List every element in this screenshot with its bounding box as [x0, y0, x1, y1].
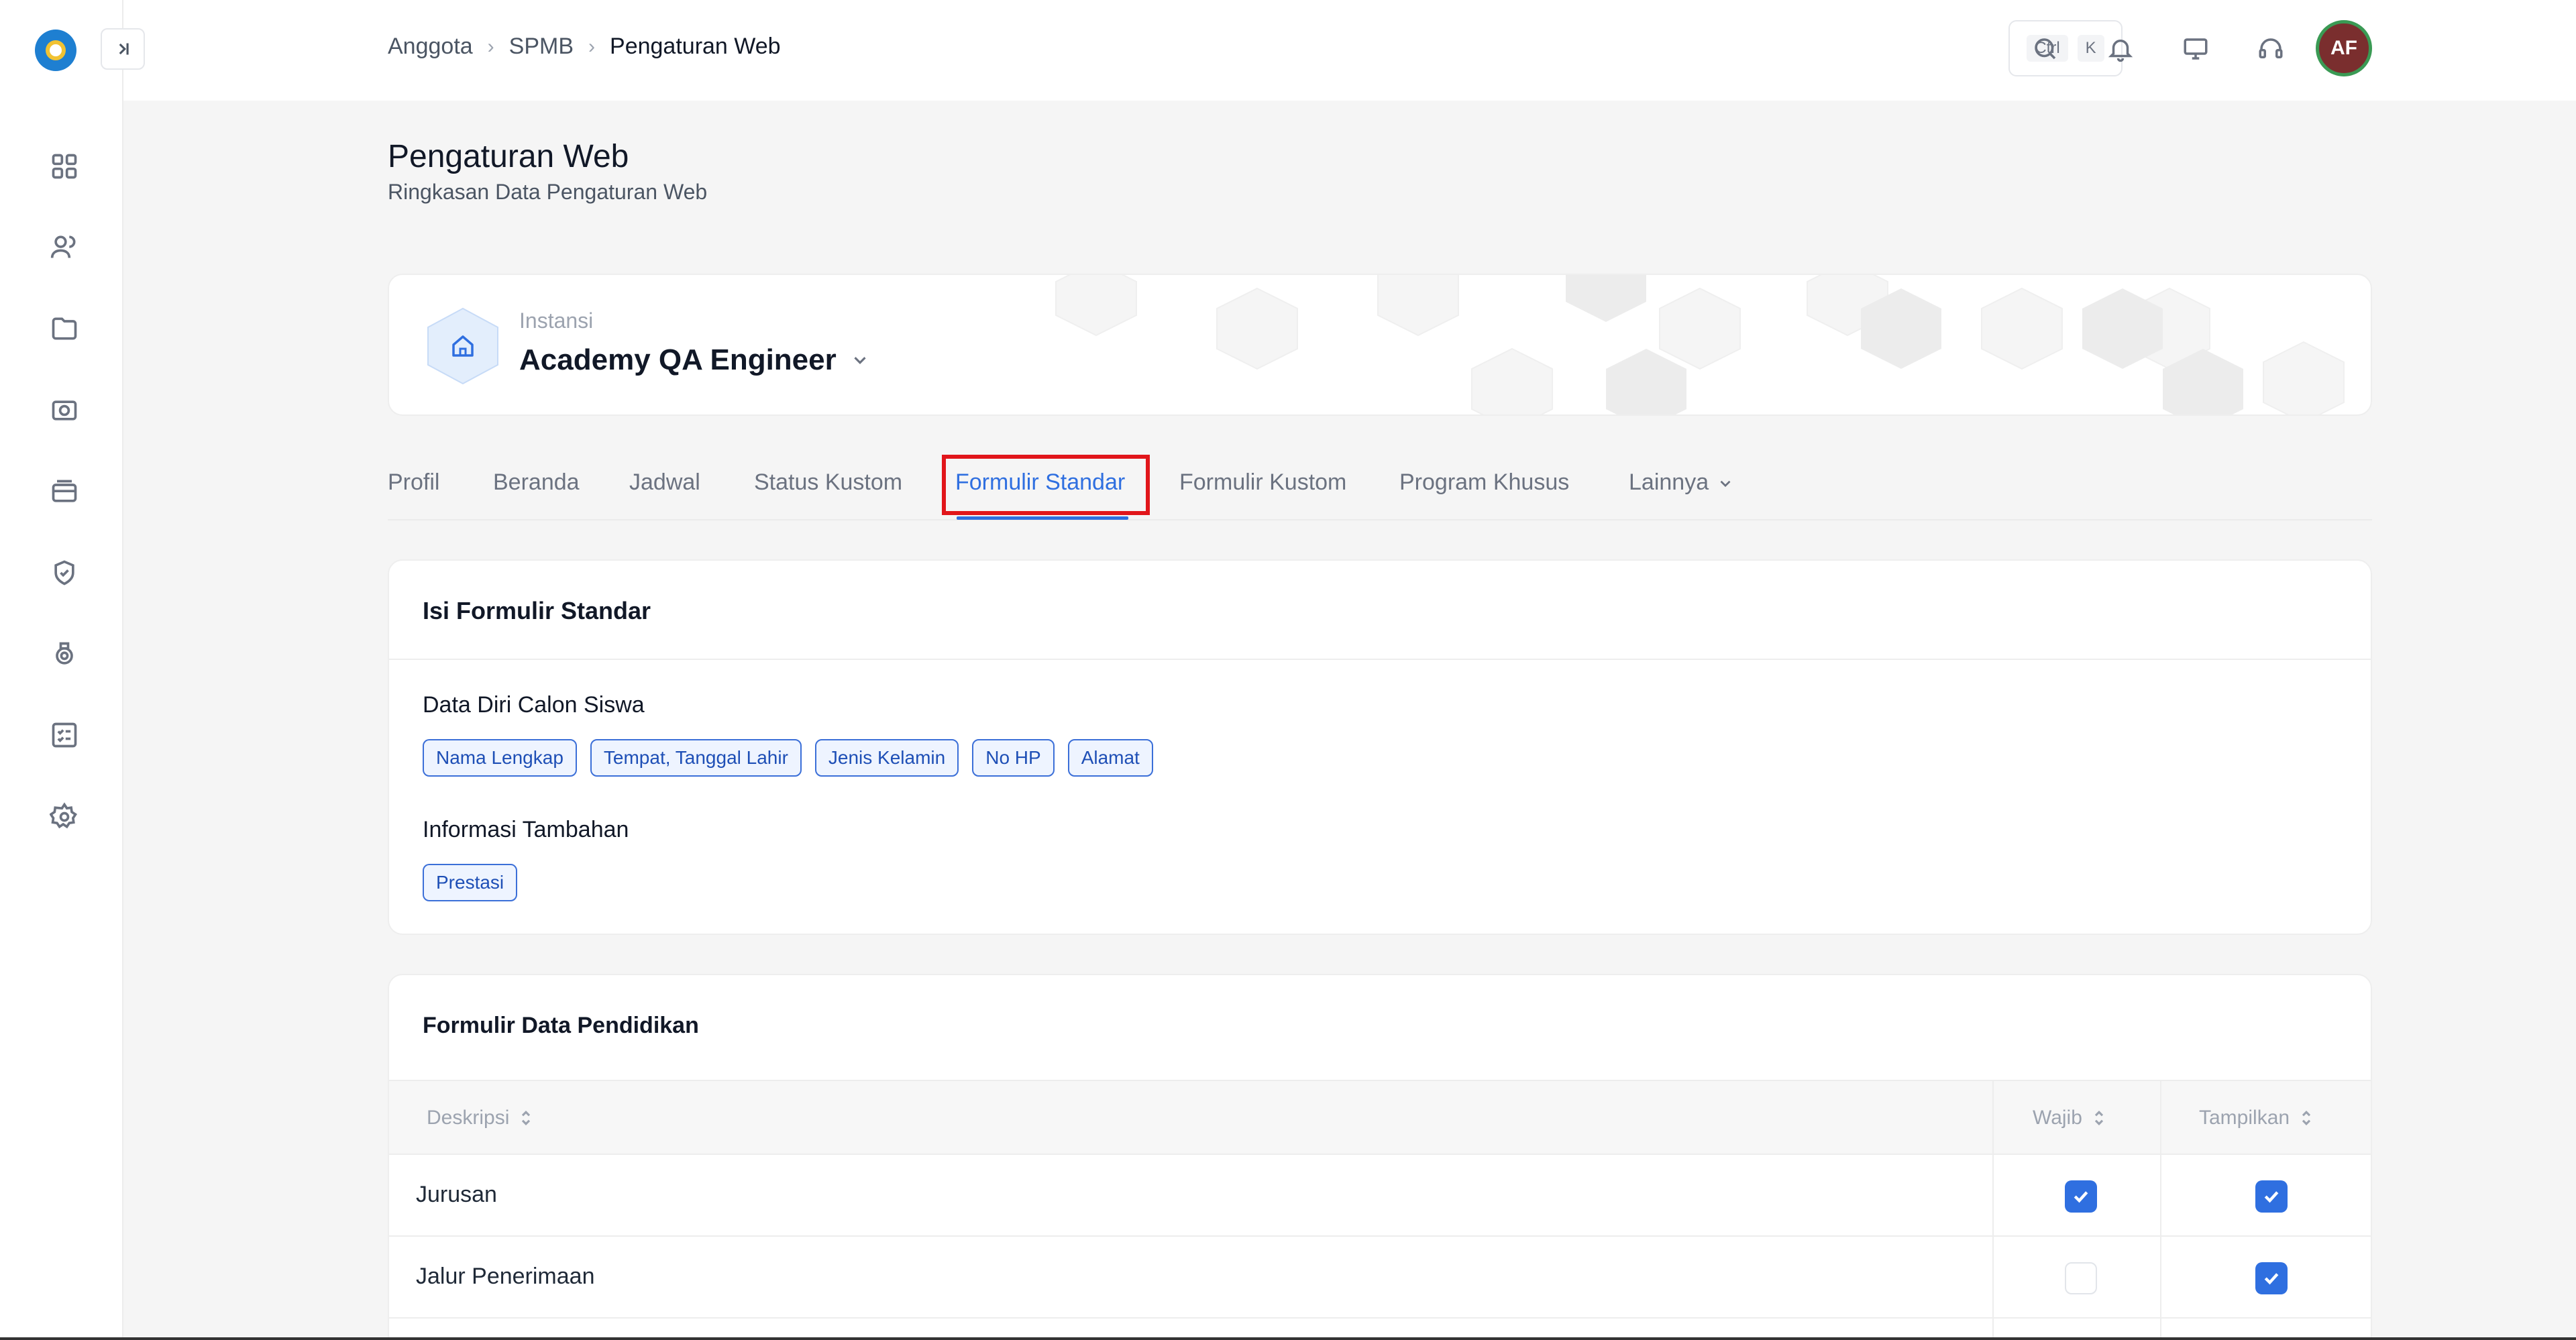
breadcrumb: Anggota › SPMB › Pengaturan Web	[388, 34, 781, 60]
search-icon[interactable]	[2029, 32, 2062, 66]
field-chip: Alamat	[1067, 739, 1153, 777]
column-header-wajib[interactable]: Wajib	[2033, 1107, 2106, 1129]
chevron-right-icon: ›	[487, 35, 494, 58]
column-header-label: Tampilkan	[2199, 1107, 2290, 1129]
collapse-sidebar-button[interactable]	[101, 28, 145, 70]
chip-list: Nama Lengkap Tempat, Tanggal Lahir Jenis…	[423, 739, 1153, 777]
check-icon	[2264, 1273, 2279, 1285]
bell-icon[interactable]	[2104, 32, 2137, 66]
user-avatar[interactable]: AF	[2316, 20, 2372, 76]
topbar: Anggota › SPMB › Pengaturan Web Ctrl K	[123, 0, 2576, 101]
page-title: Pengaturan Web	[388, 139, 629, 174]
kbd-k: K	[2077, 35, 2104, 62]
breadcrumb-item-spmb[interactable]: SPMB	[509, 34, 574, 60]
sort-icon	[2094, 1111, 2104, 1125]
tab-lainnya[interactable]: Lainnya	[1629, 469, 1734, 496]
required-checkbox[interactable]	[2065, 1180, 2097, 1213]
tab-jadwal[interactable]: Jadwal	[629, 469, 700, 496]
column-header-deskripsi[interactable]: Deskripsi	[427, 1107, 533, 1129]
chevron-right-icon: ›	[588, 35, 596, 58]
field-chip: Nama Lengkap	[423, 739, 577, 777]
tab-program-khusus[interactable]: Program Khusus	[1399, 469, 1569, 496]
tab-status-kustom[interactable]: Status Kustom	[754, 469, 902, 496]
show-checkbox[interactable]	[2255, 1180, 2288, 1213]
monitor-icon[interactable]	[2179, 32, 2212, 66]
column-divider	[1992, 1080, 1994, 1340]
page-subtitle: Ringkasan Data Pengaturan Web	[388, 180, 708, 204]
field-chip: No HP	[972, 739, 1055, 777]
required-checkbox[interactable]	[2065, 1262, 2097, 1294]
instance-selector[interactable]: Academy QA Engineer	[519, 343, 870, 377]
dashboard-icon[interactable]	[48, 150, 80, 182]
breadcrumb-item-anggota[interactable]: Anggota	[388, 34, 473, 60]
badge-icon[interactable]	[48, 557, 80, 589]
group-label: Informasi Tambahan	[423, 817, 629, 842]
group-label: Data Diri Calon Siswa	[423, 692, 645, 718]
field-chip: Prestasi	[423, 864, 518, 901]
tab-lainnya-label: Lainnya	[1629, 469, 1709, 495]
card-title: Isi Formulir Standar	[423, 597, 651, 624]
app-logo[interactable]	[35, 30, 76, 71]
table-header: Deskripsi Wajib Tampilkan	[389, 1080, 2371, 1155]
column-divider	[2160, 1080, 2161, 1340]
sidebar	[0, 0, 123, 1340]
tab-bar: Profil Beranda Jadwal Status Kustom Form…	[388, 449, 2372, 520]
chip-list: Prestasi	[423, 864, 518, 901]
chevron-down-icon	[854, 357, 866, 364]
show-checkbox[interactable]	[2255, 1262, 2288, 1294]
column-header-tampilkan[interactable]: Tampilkan	[2199, 1107, 2314, 1129]
row-label: Jalur Penerimaan	[416, 1264, 595, 1289]
instance-card: Instansi Academy QA Engineer	[388, 274, 2372, 416]
home-icon	[427, 307, 498, 385]
camera-icon[interactable]	[48, 394, 80, 427]
table-row: Jurusan	[389, 1155, 2371, 1237]
field-chip: Tempat, Tanggal Lahir	[590, 739, 802, 777]
table-row: Jalur Penerimaan	[389, 1237, 2371, 1319]
highlight-annotation	[942, 455, 1150, 515]
award-icon[interactable]	[48, 638, 80, 671]
column-header-label: Deskripsi	[427, 1107, 510, 1129]
users-icon[interactable]	[48, 231, 80, 263]
window-bottom-border	[0, 1337, 2576, 1340]
chevron-down-icon	[1720, 480, 1731, 488]
hexagon-pattern	[1055, 275, 2345, 414]
card-icon[interactable]	[48, 476, 80, 508]
active-tab-indicator	[957, 516, 1128, 520]
tab-beranda[interactable]: Beranda	[493, 469, 580, 496]
settings-icon[interactable]	[48, 801, 80, 833]
instance-name: Academy QA Engineer	[519, 343, 837, 376]
tab-profil[interactable]: Profil	[388, 469, 439, 496]
sort-icon	[2302, 1111, 2311, 1125]
standard-form-card: Isi Formulir Standar Data Diri Calon Sis…	[388, 559, 2372, 935]
folder-icon[interactable]	[48, 313, 80, 345]
checklist-icon[interactable]	[48, 719, 80, 751]
headset-icon[interactable]	[2254, 32, 2288, 66]
card-title: Formulir Data Pendidikan	[423, 1013, 699, 1038]
column-header-label: Wajib	[2033, 1107, 2082, 1129]
divider	[389, 659, 2371, 660]
sort-icon	[522, 1111, 531, 1125]
education-form-card: Formulir Data Pendidikan Deskripsi Wajib…	[388, 974, 2372, 1340]
field-chip: Jenis Kelamin	[814, 739, 959, 777]
row-label: Jurusan	[416, 1182, 497, 1207]
check-icon	[2074, 1191, 2088, 1203]
tab-formulir-kustom[interactable]: Formulir Kustom	[1179, 469, 1346, 496]
check-icon	[2264, 1191, 2279, 1203]
instance-label: Instansi	[519, 309, 594, 333]
breadcrumb-item-current: Pengaturan Web	[610, 34, 781, 59]
